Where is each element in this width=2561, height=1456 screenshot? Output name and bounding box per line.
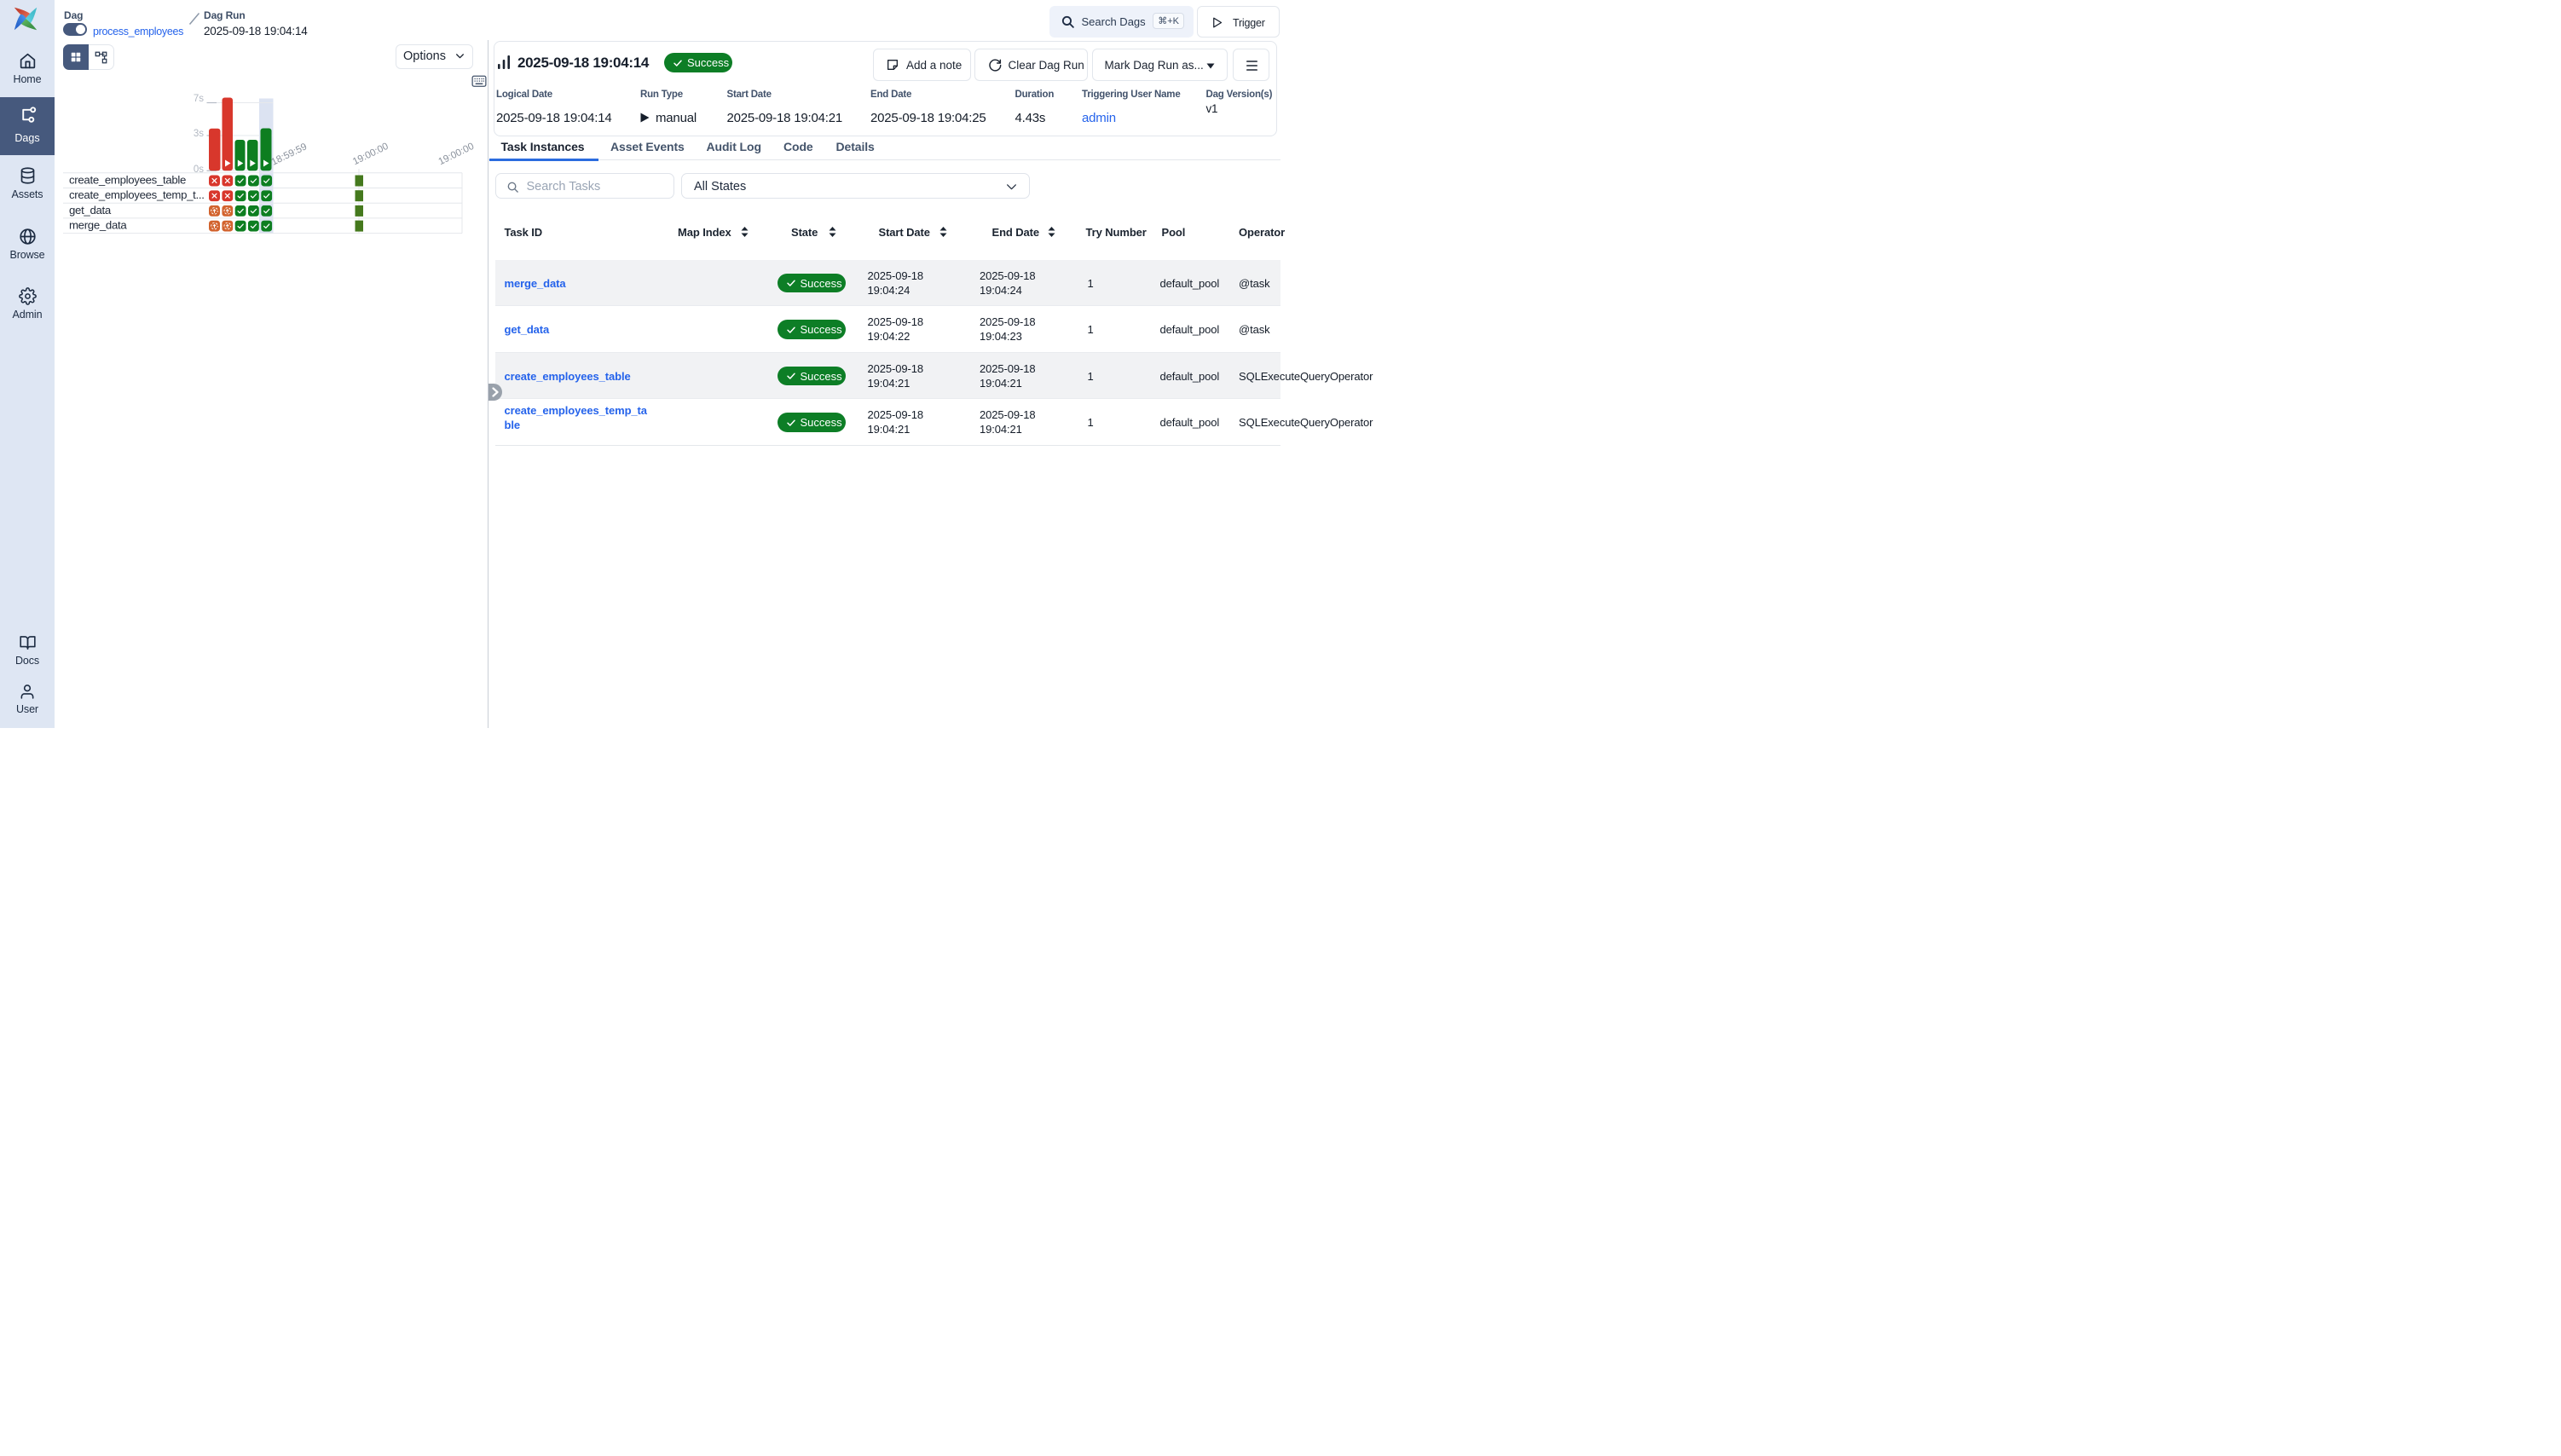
svg-text:create_employees_table: create_employees_table	[69, 173, 186, 186]
svg-text:18:59:59: 18:59:59	[270, 142, 309, 167]
svg-text:3s: 3s	[194, 129, 204, 139]
svg-text:create_employees_temp_t...: create_employees_temp_t...	[69, 188, 205, 201]
svg-text:get_data: get_data	[69, 204, 112, 217]
svg-text:19:00:00: 19:00:00	[351, 142, 390, 167]
svg-text:merge_data: merge_data	[69, 219, 127, 232]
svg-text:7s: 7s	[194, 94, 204, 104]
svg-text:19:00:00: 19:00:00	[437, 142, 476, 167]
